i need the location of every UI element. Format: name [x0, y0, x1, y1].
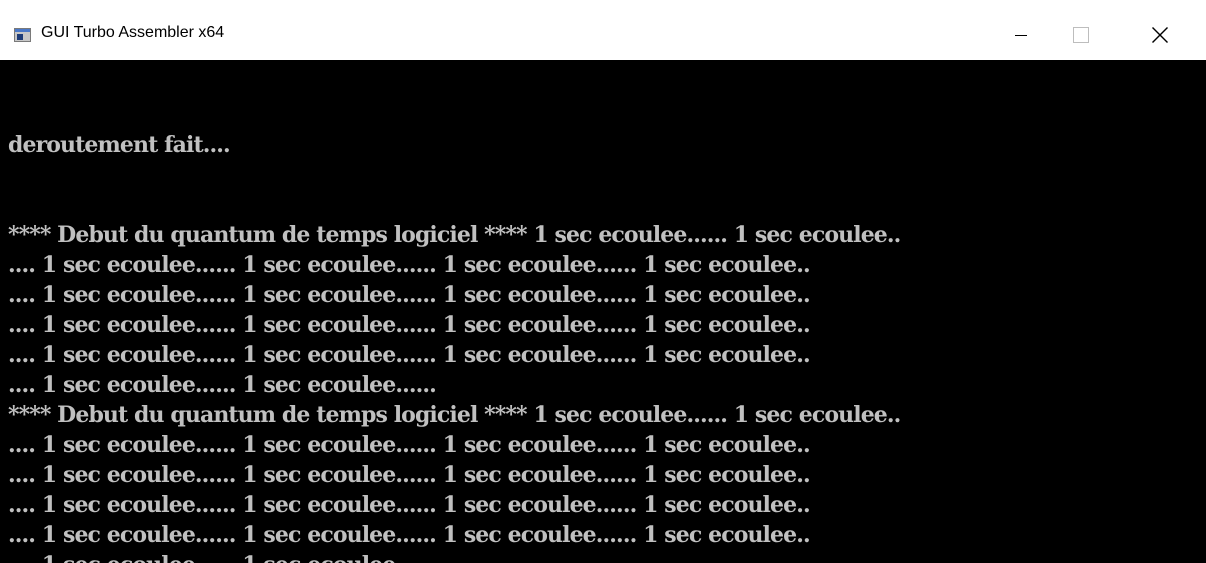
console-line: .... 1 sec ecoulee...... 1 sec ecoulee..…	[8, 372, 437, 398]
console-output[interactable]: deroutement fait.... **** Debut du quantu…	[0, 60, 1206, 563]
console-line: .... 1 sec ecoulee...... 1 sec ecoulee..…	[8, 432, 811, 458]
title-bar[interactable]: GUI Turbo Assembler x64	[0, 0, 1206, 60]
console-line: .... 1 sec ecoulee...... 1 sec ecoulee..…	[8, 252, 811, 278]
console-line: .... 1 sec ecoulee...... 1 sec ecoulee..…	[8, 492, 811, 518]
console-line: .... 1 sec ecoulee...... 1 sec ecoulee..…	[8, 550, 437, 563]
close-button[interactable]	[1137, 15, 1183, 55]
console-line: .... 1 sec ecoulee...... 1 sec ecoulee..…	[8, 312, 811, 338]
console-window: GUI Turbo Assembler x64 deroutement fait…	[0, 0, 1206, 563]
console-line: .... 1 sec ecoulee...... 1 sec ecoulee..…	[8, 522, 811, 548]
minimize-icon	[1015, 35, 1027, 36]
maximize-icon	[1073, 27, 1089, 43]
console-line: .... 1 sec ecoulee...... 1 sec ecoulee..…	[8, 342, 811, 368]
minimize-button[interactable]	[998, 15, 1044, 55]
close-icon	[1152, 27, 1168, 43]
console-line: .... 1 sec ecoulee...... 1 sec ecoulee..…	[8, 462, 811, 488]
console-line: **** Debut du quantum de temps logiciel …	[8, 222, 901, 248]
console-line: **** Debut du quantum de temps logiciel …	[8, 402, 901, 428]
console-line: deroutement fait....	[8, 132, 231, 158]
console-line: .... 1 sec ecoulee...... 1 sec ecoulee..…	[8, 282, 811, 308]
window-title: GUI Turbo Assembler x64	[41, 24, 225, 41]
console-app-icon[interactable]	[14, 28, 31, 42]
maximize-button[interactable]	[1058, 15, 1104, 55]
